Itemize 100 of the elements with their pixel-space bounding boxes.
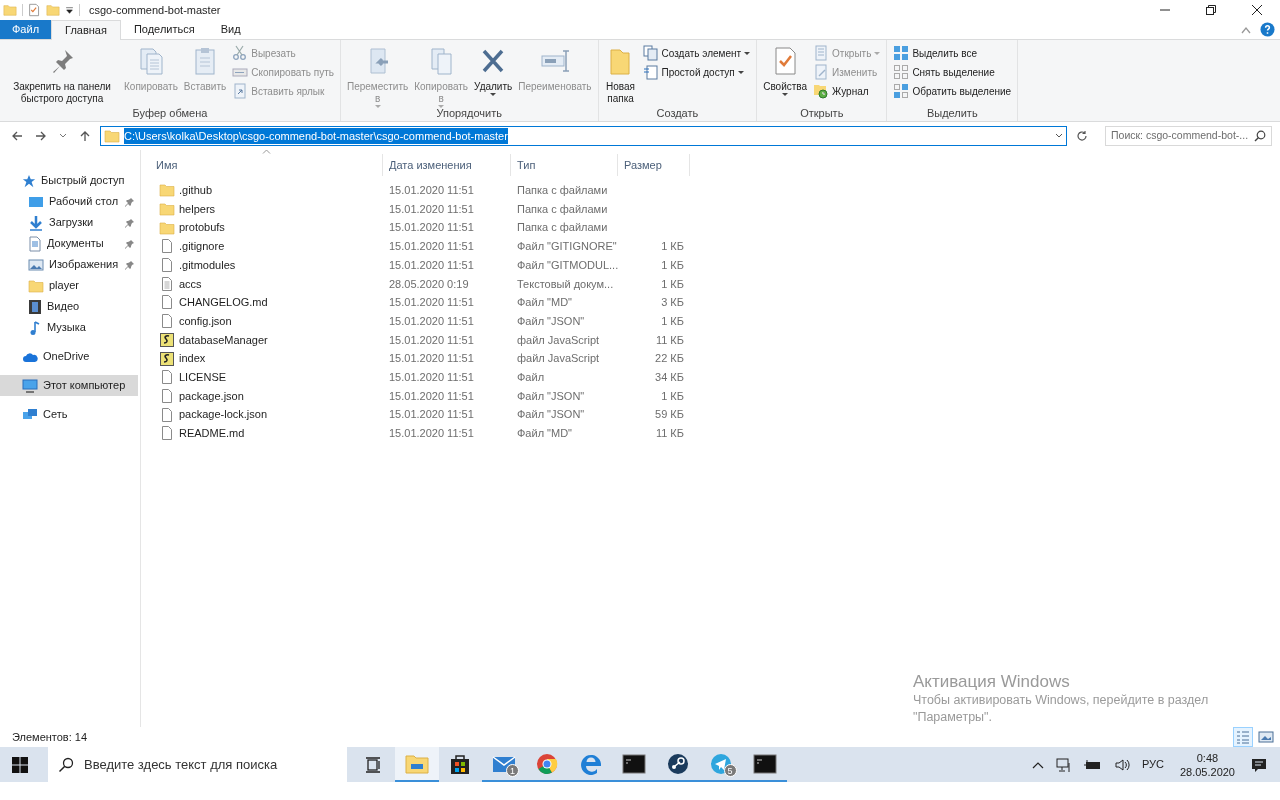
size-cell: 11 КБ	[655, 333, 684, 346]
file-icon	[159, 294, 175, 311]
type-cell: Файл "GITIGNORE"	[517, 240, 617, 253]
search-field[interactable]: Поиск: csgo-commend-bot-...	[1105, 126, 1272, 146]
column-header[interactable]: Дата изменения	[383, 154, 511, 176]
file-row[interactable]: index 15.01.2020 11:51 файл JavaScript 22 КБ	[150, 349, 1280, 368]
star-icon	[22, 173, 36, 188]
group-label: Упорядочить	[435, 106, 503, 121]
file-name: CHANGELOG.md	[179, 295, 268, 311]
column-header[interactable]: Тип	[511, 154, 618, 176]
date-cell: 15.01.2020 11:51	[389, 184, 474, 197]
size-cell: 1 КБ	[661, 389, 684, 402]
details-view-icon	[1235, 729, 1251, 745]
desktop-icon	[28, 194, 44, 209]
nav-tree-item[interactable]: Быстрый доступ	[0, 170, 138, 191]
open-icon	[813, 45, 830, 61]
file-icon	[159, 313, 175, 330]
nav-tree-item[interactable]: player	[0, 275, 138, 296]
file-row[interactable]: helpers 15.01.2020 11:51 Папка с файлами	[150, 199, 1280, 219]
date-cell: 15.01.2020 11:51	[389, 314, 474, 327]
file-row[interactable]: .gitmodules 15.01.2020 11:51 Файл "GITMODUL... 1 КБ	[150, 255, 1280, 275]
size-cell: 34 КБ	[655, 370, 684, 383]
clock[interactable]: 0:48 28.05.2020	[1173, 750, 1241, 779]
type-cell: Файл "MD"	[517, 427, 573, 440]
forward-arrow-icon	[35, 130, 47, 142]
ribbon-tab[interactable]: Вид	[207, 20, 254, 39]
file-row[interactable]: config.json 15.01.2020 11:51 Файл "JSON" 1 КБ	[150, 311, 1280, 331]
chrome-icon	[536, 752, 559, 775]
file-name: README.md	[179, 426, 245, 442]
taskbar-app-button[interactable]: 5	[699, 747, 743, 782]
computer-icon	[22, 378, 38, 393]
close-icon	[1252, 5, 1262, 15]
taskbar-search-field[interactable]: Введите здесь текст для поиска	[48, 747, 347, 782]
file-name: .gitignore	[179, 239, 225, 255]
file-row[interactable]: .gitignore 15.01.2020 11:51 Файл "GITIGNORE" 1 КБ	[150, 237, 1280, 256]
file-row[interactable]: README.md 15.01.2020 11:51 Файл "MD" 11 КБ	[150, 423, 1280, 443]
task-view-icon	[365, 756, 381, 773]
address-field[interactable]: C:\Users\kolka\Desktop\csgo-commend-bot-master\csgo-commend-bot-master	[100, 126, 1067, 146]
file-row[interactable]: LICENSE 15.01.2020 11:51 Файл 34 КБ	[150, 367, 1280, 387]
file-row[interactable]: accs 28.05.2020 0:19 Текстовый докум... 1 КБ	[150, 274, 1280, 294]
ribbon-button[interactable]: Выделить все	[891, 44, 1014, 62]
nav-tree-item[interactable]: Рабочий стол	[0, 191, 138, 212]
type-cell: Папка с файлами	[517, 221, 608, 234]
document-icon	[28, 235, 42, 252]
ribbon-button[interactable]: Закрепить на панели быстрого доступа	[4, 43, 120, 105]
nav-tree-item[interactable]: Документы	[0, 233, 138, 254]
nav-tree-item[interactable]: Видео	[0, 296, 138, 317]
chevron-down-icon	[59, 133, 67, 139]
file-row[interactable]: package.json 15.01.2020 11:51 Файл "JSON" 1 КБ	[150, 386, 1280, 406]
column-header[interactable]: Размер	[618, 154, 690, 176]
folder-icon	[159, 182, 175, 199]
ribbon-button[interactable]: Создать элемент	[640, 44, 753, 62]
file-row[interactable]: databaseManager 15.01.2020 11:51 файл JavaScript 11 КБ	[150, 330, 1280, 350]
chevron-down-icon	[1055, 133, 1063, 139]
nav-tree-item[interactable]: Музыка	[0, 317, 138, 338]
ribbon-tab[interactable]: Главная	[51, 20, 121, 40]
properties-icon	[28, 3, 41, 17]
file-menu-tab[interactable]: Файл	[0, 20, 52, 39]
ribbon-button[interactable]: Простой доступ	[640, 63, 753, 81]
ribbon-tab[interactable]: Поделиться	[120, 20, 208, 39]
steam-icon	[666, 752, 689, 775]
size-cell: 1 КБ	[661, 240, 684, 253]
file-name: .github	[179, 183, 213, 199]
language-indicator[interactable]: РУС	[1139, 756, 1166, 773]
size-cell: 11 КБ	[655, 427, 684, 440]
file-row[interactable]: CHANGELOG.md 15.01.2020 11:51 Файл "MD" 3 КБ	[150, 293, 1280, 312]
notifications-icon	[1251, 756, 1267, 773]
dropdown-arrow-icon	[65, 5, 74, 15]
search-icon	[1254, 130, 1266, 142]
ribbon-button[interactable]: Обратить выделение	[891, 82, 1014, 100]
file-row[interactable]: .github 15.01.2020 11:51 Папка с файлами	[150, 181, 1280, 200]
file-name: accs	[179, 276, 202, 292]
nav-tree-item[interactable]: Этот компьютер	[0, 375, 138, 396]
type-cell: файл JavaScript	[517, 333, 600, 346]
nav-tree-item[interactable]: Сеть	[0, 404, 138, 425]
ribbon-button[interactable]: Новая папка	[602, 43, 639, 105]
file-row[interactable]: protobufs 15.01.2020 11:51 Папка с файлами	[150, 218, 1280, 238]
date-cell: 15.01.2020 11:51	[389, 370, 474, 383]
type-cell: Файл "JSON"	[517, 314, 585, 327]
pin-icon	[125, 238, 135, 249]
network-icon	[1055, 756, 1072, 773]
date-cell: 15.01.2020 11:51	[389, 296, 474, 309]
ribbon-button[interactable]: Свойства	[761, 43, 810, 105]
size-cell: 3 КБ	[661, 296, 684, 309]
ribbon-button[interactable]: Журнал	[811, 82, 883, 100]
ribbon-button[interactable]: Снять выделение	[891, 63, 1014, 81]
nav-tree-item[interactable]: OneDrive	[0, 346, 138, 367]
nav-tree-item[interactable]: Изображения	[0, 254, 138, 275]
script-file-icon	[159, 350, 175, 367]
view-toggle-button[interactable]	[1233, 727, 1253, 747]
terminal-icon	[752, 753, 777, 774]
notifications-button[interactable]	[1249, 756, 1269, 773]
help-button[interactable]	[1258, 22, 1278, 37]
column-header[interactable]: Имя	[150, 154, 383, 176]
file-row[interactable]: package-lock.json 15.01.2020 11:51 Файл "JSON" 59 КБ	[150, 405, 1280, 424]
select-all-icon	[893, 45, 910, 61]
ribbon-button[interactable]: Удалить	[472, 43, 515, 105]
nav-tree-item[interactable]: Загрузки	[0, 212, 138, 233]
network-icon	[22, 407, 38, 422]
taskbar-app-button[interactable]: 1	[482, 747, 526, 782]
